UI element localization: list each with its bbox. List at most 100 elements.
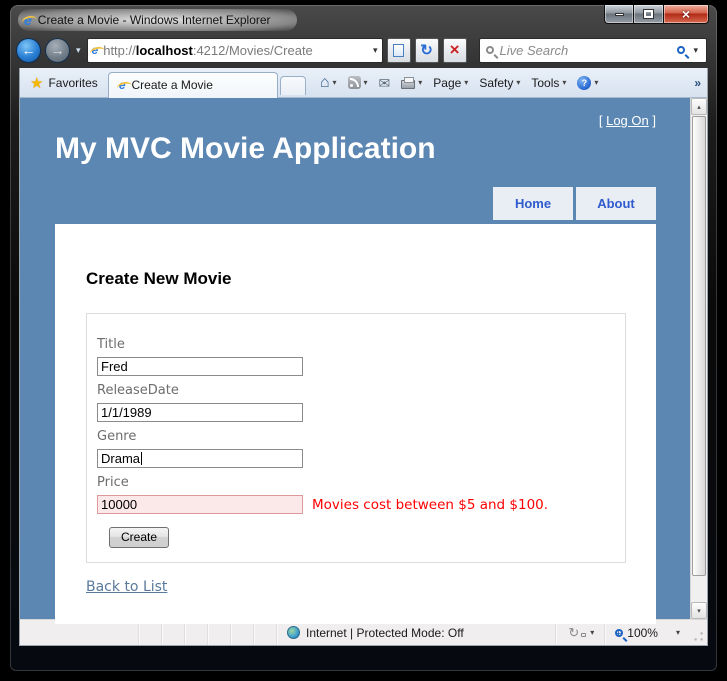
vertical-scrollbar[interactable]: ▴ ▾ <box>690 98 707 619</box>
releasedate-value: 1/1/1989 <box>101 405 152 420</box>
lock-icon <box>581 632 587 637</box>
back-button[interactable]: ← <box>16 37 41 63</box>
page-menu-label: Page <box>433 75 462 90</box>
title-input[interactable]: Fred <box>97 357 303 376</box>
search-placeholder: Live Search <box>499 42 569 58</box>
address-bar[interactable]: e http://localhost:4212/Movies/Create ▾ <box>86 37 383 63</box>
releasedate-label: ReleaseDate <box>97 383 179 398</box>
main-content-box: Create New Movie Title Fred ReleaseDate … <box>55 224 656 624</box>
page-title: My MVC Movie Application <box>55 132 436 165</box>
genre-value: Drama <box>101 451 141 466</box>
browser-window: e Create a Movie - Windows Internet Expl… <box>10 5 717 671</box>
page-favicon: e <box>91 43 99 57</box>
page-viewport: [ Log On ] My MVC Movie Application Home… <box>20 98 707 624</box>
form-title: Create New Movie <box>86 269 232 288</box>
tools-menu-label: Tools <box>531 75 560 90</box>
page-dropdown-icon: ▾ <box>464 78 469 87</box>
price-value: 10000 <box>101 497 138 512</box>
home-dropdown-icon: ▾ <box>332 78 337 87</box>
stop-button[interactable]: × <box>442 37 467 63</box>
safety-dropdown-icon: ▾ <box>516 78 521 87</box>
logon-area: [ Log On ] <box>55 98 656 132</box>
maximize-icon <box>643 9 654 19</box>
history-dropdown[interactable]: ▾ <box>74 45 83 56</box>
ie-logo-icon: e <box>24 12 32 28</box>
printer-icon <box>401 77 416 89</box>
help-button[interactable]: ? ▾ <box>573 73 602 93</box>
help-icon: ? <box>577 75 592 90</box>
forward-button[interactable]: → <box>45 37 70 63</box>
feeds-button[interactable]: ▾ <box>344 73 372 92</box>
browser-client-area: ★ Favorites e Create a Movie ⌂ ▾ ▾ ✉ ▾ Pa… <box>19 68 708 646</box>
close-button[interactable]: × <box>663 5 709 24</box>
feeds-dropdown-icon: ▾ <box>363 78 368 87</box>
protected-mode-dropdown[interactable]: ▾ <box>590 628 594 637</box>
price-label: Price <box>97 475 129 490</box>
favorites-command-bar: ★ Favorites e Create a Movie ⌂ ▾ ▾ ✉ ▾ Pa… <box>20 68 707 98</box>
rss-feed-icon <box>347 76 361 89</box>
tab-about[interactable]: About <box>576 187 656 220</box>
price-input[interactable]: 10000 <box>97 495 303 514</box>
close-icon: × <box>681 6 691 22</box>
scroll-down-button[interactable]: ▾ <box>691 602 707 619</box>
print-dropdown-icon: ▾ <box>418 78 423 87</box>
refresh-button[interactable]: ↻ <box>414 37 439 63</box>
command-bar: ⌂ ▾ ▾ ✉ ▾ Page ▾ Safety ▾ Tools ▾ ? ▾ » <box>316 72 707 94</box>
tab-title: Create a Movie <box>131 78 213 92</box>
genre-input[interactable]: Drama <box>97 449 303 468</box>
more-toolbar-chevron[interactable]: » <box>694 76 707 90</box>
window-title: Create a Movie - Windows Internet Explor… <box>37 13 271 27</box>
go-search-icon[interactable] <box>677 46 686 54</box>
zoom-control[interactable]: + 100% ▾ <box>605 626 686 640</box>
create-button[interactable]: Create <box>109 527 170 548</box>
text-cursor <box>141 452 143 465</box>
page-menu-button[interactable]: Page ▾ <box>429 73 472 93</box>
safety-menu-button[interactable]: Safety ▾ <box>475 73 524 93</box>
search-icon <box>485 46 494 54</box>
home-button[interactable]: ⌂ ▾ <box>316 72 341 94</box>
title-label: Title <box>97 337 125 352</box>
genre-label: Genre <box>97 429 137 444</box>
minimize-button[interactable] <box>604 5 634 24</box>
window-title-pill: e Create a Movie - Windows Internet Expl… <box>18 9 297 31</box>
logon-bracket-left: [ <box>598 113 603 128</box>
print-button[interactable]: ▾ <box>397 73 426 92</box>
read-mail-button[interactable]: ✉ <box>375 73 395 93</box>
tab-home[interactable]: Home <box>493 187 573 220</box>
price-validation-message: Movies cost between $5 and $100. <box>312 496 549 513</box>
tab-create-a-movie[interactable]: e Create a Movie <box>107 71 278 98</box>
title-value: Fred <box>101 359 128 374</box>
help-dropdown-icon: ▾ <box>594 78 599 87</box>
compatibility-view-button[interactable] <box>386 37 411 63</box>
scrollbar-thumb[interactable] <box>692 116 706 576</box>
log-on-link[interactable]: Log On <box>606 113 649 128</box>
tools-dropdown-icon: ▾ <box>562 78 567 87</box>
tab-favicon: e <box>118 78 126 92</box>
minimize-icon <box>614 12 624 16</box>
movie-form-fieldset: Title Fred ReleaseDate 1/1/1989 Genre Dr… <box>86 313 626 563</box>
favorites-button[interactable]: ★ Favorites <box>26 71 108 95</box>
zoom-dropdown-icon[interactable]: ▾ <box>676 628 680 637</box>
logon-bracket-right: ] <box>652 113 656 128</box>
maximize-button[interactable] <box>634 5 663 24</box>
favorites-star-icon: ★ <box>30 74 44 92</box>
scrollbar-track[interactable] <box>691 577 707 602</box>
releasedate-input[interactable]: 1/1/1989 <box>97 403 303 422</box>
home-icon: ⌂ <box>319 73 330 91</box>
zoom-magnifier-icon: + <box>615 628 624 638</box>
favorites-label: Favorites <box>48 75 98 90</box>
internet-zone-globe-icon <box>287 626 300 639</box>
zone-status-text: Internet | Protected Mode: Off <box>306 625 464 640</box>
tools-menu-button[interactable]: Tools ▾ <box>527 73 570 93</box>
resize-grip[interactable] <box>692 630 704 643</box>
back-to-list-link[interactable]: Back to List <box>86 579 167 595</box>
site-navigation: Home About <box>55 187 656 220</box>
safety-menu-label: Safety <box>479 75 514 90</box>
search-box[interactable]: Live Search ▾ <box>478 37 707 63</box>
address-dropdown[interactable]: ▾ <box>373 45 378 56</box>
scroll-up-button[interactable]: ▴ <box>691 98 707 115</box>
compatibility-icon <box>393 43 405 57</box>
protected-mode-icon: ↻ <box>568 624 580 640</box>
search-options-dropdown[interactable]: ▾ <box>691 45 700 56</box>
new-tab-button[interactable] <box>279 75 306 95</box>
